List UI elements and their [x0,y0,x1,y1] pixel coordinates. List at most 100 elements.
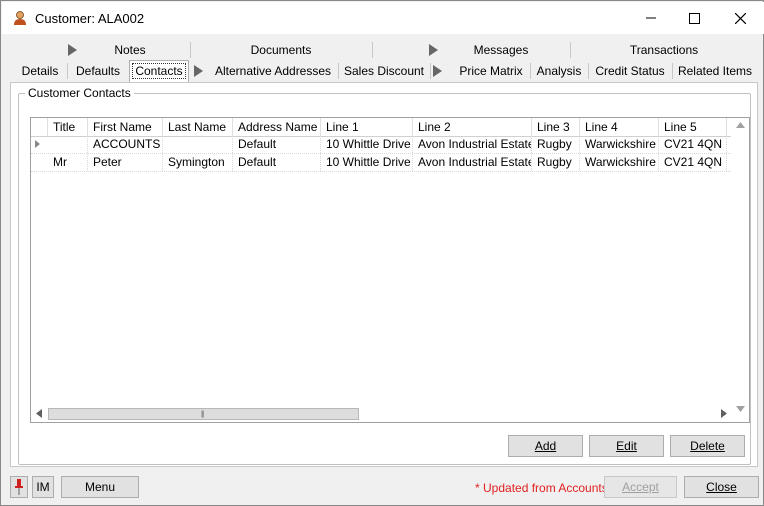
horizontal-scrollbar[interactable]: ||| [31,405,731,422]
column-header-line-3[interactable]: Line 3 [532,118,580,136]
column-header-line-4[interactable]: Line 4 [580,118,659,136]
tab-label: Details [21,64,59,78]
group-label: Customer Contacts [25,87,134,100]
tab-separator [588,63,589,79]
contacts-panel: Customer Contacts Title First Name Last … [10,82,758,467]
tab-separator [530,63,531,79]
tab-messages[interactable]: Messages [429,40,571,60]
cell-last-name: Symington [163,154,233,171]
scroll-down-icon[interactable] [736,406,745,412]
delete-button[interactable]: Delete [670,435,745,457]
close-window-button[interactable] [717,2,763,34]
tab-details[interactable]: Details [14,61,66,81]
tab-row-bottom: Details Defaults Contacts Alternative Ad… [10,60,756,82]
cell-line-2: Avon Industrial Estate [413,154,532,171]
tab-label: Credit Status [595,64,665,78]
tab-separator [430,63,431,79]
maximize-icon [688,12,700,24]
close-icon [734,12,746,24]
cell-line-1: 10 Whittle Drive [321,136,413,153]
column-header-address-name[interactable]: Address Name [233,118,321,136]
tab-label: Analysis [536,64,582,78]
menu-button-label: Menu [84,480,116,494]
close-button[interactable]: Close [684,476,759,498]
accept-button[interactable]: Accept [604,476,677,498]
cell-line-5: CV21 4QN [659,154,727,171]
tab-credit-status[interactable]: Credit Status [590,61,670,81]
tab-label: Contacts [132,63,186,79]
tab-label: Price Matrix [459,64,523,78]
pin-button[interactable] [10,476,28,498]
grid-header: Title First Name Last Name Address Name … [31,118,740,137]
column-header-line-5[interactable]: Line 5 [659,118,727,136]
tab-contacts[interactable]: Contacts [129,60,189,82]
minimize-button[interactable] [628,2,674,34]
tab-alternative-addresses[interactable]: Alternative Addresses [194,61,336,81]
column-header-first-name[interactable]: First Name [88,118,163,136]
tab-notes[interactable]: Notes [68,40,190,60]
delete-button-label: Delete [690,439,725,453]
column-header-last-name[interactable]: Last Name [163,118,233,136]
maximize-button[interactable] [671,2,717,34]
column-header-title[interactable]: Title [48,118,88,136]
edit-button[interactable]: Edit [589,435,664,457]
im-button[interactable]: IM [32,476,54,498]
tab-price-matrix[interactable]: Price Matrix [433,61,535,81]
grip-icon: ||| [201,411,205,418]
cell-first-name: ACCOUNTS [88,136,163,153]
scrollbar-thumb[interactable]: ||| [48,408,359,420]
column-header-line-2[interactable]: Line 2 [413,118,532,136]
tab-arrow-icon [429,44,438,56]
accept-button-label: Accept [622,480,659,494]
close-button-label: Close [706,480,737,494]
row-selector[interactable] [31,154,48,171]
tab-label: Related Items [677,64,753,78]
vertical-scrollbar[interactable] [732,118,749,412]
tab-defaults[interactable]: Defaults [69,61,127,81]
tab-sales-discount[interactable]: Sales Discount [340,61,428,81]
tab-separator [570,42,571,58]
scroll-up-icon[interactable] [736,122,745,128]
pin-icon [15,479,23,495]
contacts-grid[interactable]: Title First Name Last Name Address Name … [30,117,750,423]
tab-related-items[interactable]: Related Items [674,61,756,81]
cell-line-3: Rugby [532,154,580,171]
cell-last-name [163,136,233,153]
tab-strip: Notes Documents Messages Transactions De… [10,39,756,83]
cell-title: Mr [48,154,88,171]
customer-person-icon [14,11,26,25]
tab-label: Sales Discount [343,64,425,78]
title-bar: Customer: ALA002 [2,2,764,34]
tab-separator [67,63,68,79]
edit-button-label: Edit [616,439,637,453]
minimize-icon [646,17,656,19]
tab-arrow-icon [194,65,203,77]
row-selector[interactable] [31,136,48,153]
menu-button[interactable]: Menu [61,476,139,498]
cell-address-name: Default [233,154,321,171]
cell-first-name: Peter [88,154,163,171]
tab-separator [672,63,673,79]
tab-transactions[interactable]: Transactions [572,40,756,60]
column-header-line-1[interactable]: Line 1 [321,118,413,136]
cell-title [48,136,88,153]
table-row[interactable]: ACCOUNTS Default 10 Whittle Drive Avon I… [31,136,731,154]
tab-label: Alternative Addresses [214,64,332,78]
tab-separator [338,63,339,79]
cell-line-2: Avon Industrial Estate [413,136,532,153]
tab-analysis[interactable]: Analysis [532,61,586,81]
add-button[interactable]: Add [508,435,583,457]
table-row[interactable]: Mr Peter Symington Default 10 Whittle Dr… [31,154,740,172]
cell-line-1: 10 Whittle Drive [321,154,413,171]
tab-label: Transactions [629,43,699,57]
bottom-bar: IM Menu * Updated from Accounts Accept C… [1,471,763,505]
scroll-right-icon[interactable] [721,409,727,418]
tab-label: Documents [250,43,312,57]
tab-arrow-icon [433,65,442,77]
window-title: Customer: ALA002 [35,11,145,26]
scroll-left-icon[interactable] [36,409,42,418]
add-button-label: Add [534,439,557,453]
tab-documents[interactable]: Documents [192,40,370,60]
cell-address-name: Default [233,136,321,153]
tab-label: Messages [473,43,529,57]
